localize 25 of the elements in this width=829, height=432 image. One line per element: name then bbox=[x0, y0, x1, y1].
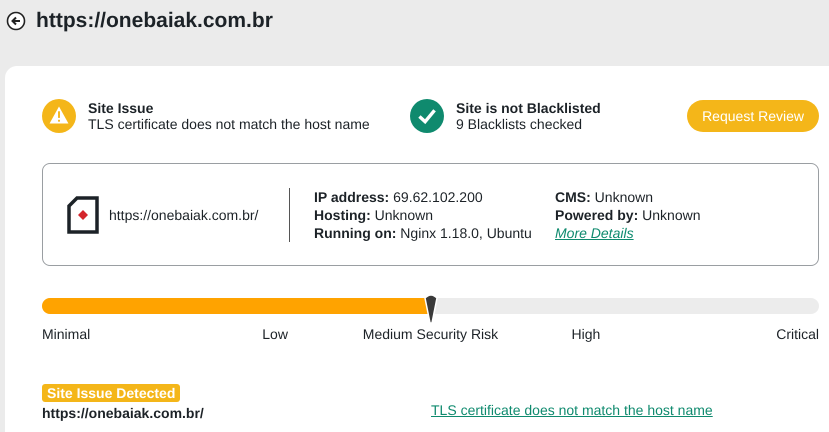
needle-icon bbox=[424, 293, 438, 325]
site-url: https://onebaiak.com.br/ bbox=[109, 206, 258, 222]
issue-url: https://onebaiak.com.br/ bbox=[42, 405, 205, 421]
risk-label: Low bbox=[262, 326, 288, 342]
detail-line: Running on: Nginx 1.18.0, Ubuntu bbox=[314, 224, 533, 242]
status-detail: TLS certificate does not match the host name bbox=[88, 116, 370, 132]
risk-label: High bbox=[571, 326, 600, 342]
check-icon bbox=[410, 99, 444, 133]
document-icon bbox=[67, 196, 99, 234]
issue-badge: Site Issue Detected bbox=[42, 384, 180, 402]
status-title: Site is not Blacklisted bbox=[456, 100, 601, 116]
risk-label: Critical bbox=[776, 326, 819, 342]
warning-icon bbox=[42, 99, 76, 133]
issue-link[interactable]: TLS certificate does not match the host name bbox=[431, 402, 713, 418]
risk-label: Medium Security Risk bbox=[362, 326, 498, 342]
page-title: https://onebaiak.com.br bbox=[36, 9, 273, 33]
status-title: Site Issue bbox=[88, 100, 154, 116]
detail-line: CMS: Unknown bbox=[555, 188, 654, 206]
risk-label: Minimal bbox=[42, 326, 90, 342]
detail-line: Powered by: Unknown bbox=[555, 206, 701, 224]
status-detail: 9 Blacklists checked bbox=[456, 116, 584, 132]
detail-line: Hosting: Unknown bbox=[314, 206, 434, 224]
detail-line: IP address: 69.62.102.200 bbox=[314, 188, 484, 206]
back-icon[interactable] bbox=[6, 11, 26, 31]
more-details-link[interactable]: More Details bbox=[555, 224, 701, 242]
